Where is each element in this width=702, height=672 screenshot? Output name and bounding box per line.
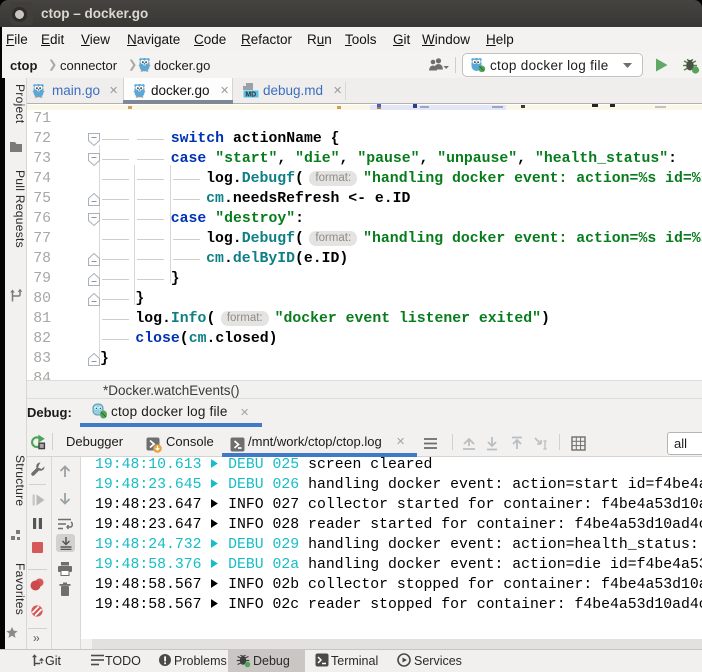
svg-text:MD: MD [245,92,256,98]
